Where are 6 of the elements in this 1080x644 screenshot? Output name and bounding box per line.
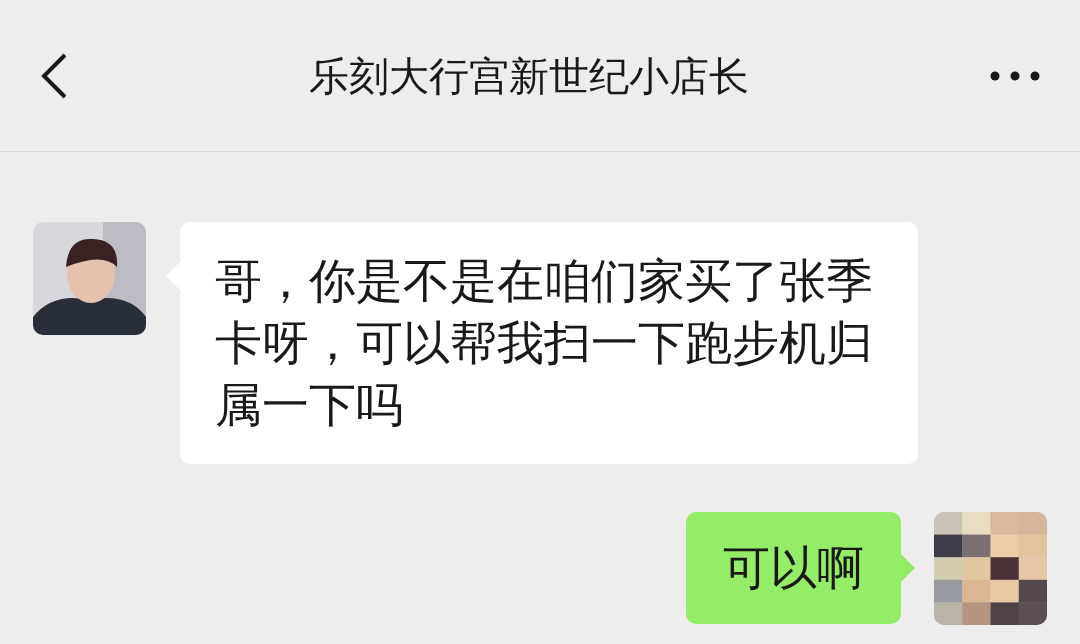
back-icon[interactable] bbox=[40, 52, 68, 99]
message-bubble: 哥，你是不是在咱们家买了张季卡呀，可以帮我扫一下跑步机归属一下吗 bbox=[180, 222, 918, 464]
bubble-tail bbox=[901, 554, 915, 582]
message-bubble: 可以啊 bbox=[686, 512, 901, 624]
chat-title: 乐刻大行宫新世纪小店长 bbox=[309, 51, 749, 101]
more-icon[interactable] bbox=[990, 70, 1040, 81]
